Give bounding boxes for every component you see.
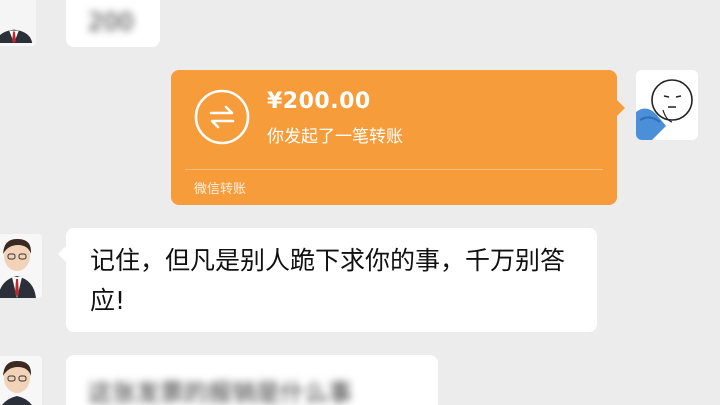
cartoon-face-avatar-icon	[636, 70, 698, 140]
transfer-footer-label: 微信转账	[194, 182, 247, 197]
lawyer-avatar-icon	[0, 0, 36, 43]
lawyer-avatar-icon	[0, 234, 42, 298]
transfer-divider	[185, 169, 603, 170]
message-bubble-bottom[interactable]: 这张发票的报销是什么事	[66, 355, 438, 405]
contact-avatar[interactable]	[0, 234, 42, 298]
transfer-amount: ¥200.00	[267, 89, 371, 114]
transfer-arrows-icon	[194, 89, 250, 145]
chat-area: 200 ¥200.00 你发起了一笔转账 微信转账 记住，但凡是别人跪下求你的事…	[0, 0, 720, 405]
contact-avatar[interactable]	[0, 356, 42, 405]
message-text: 记住，但凡是别人跪下求你的事，千万别答应!	[90, 246, 566, 315]
transfer-card[interactable]: ¥200.00 你发起了一笔转账 微信转账	[171, 70, 625, 205]
contact-avatar[interactable]	[0, 0, 36, 46]
message-bubble-top[interactable]: 200	[66, 0, 160, 47]
self-avatar[interactable]	[636, 70, 698, 140]
message-text-blurred: 这张发票的报销是什么事	[88, 379, 352, 405]
lawyer-avatar-icon	[0, 356, 42, 405]
message-text-blurred: 200	[88, 8, 134, 36]
transfer-description: 你发起了一笔转账	[267, 127, 403, 147]
message-bubble[interactable]: 记住，但凡是别人跪下求你的事，千万别答应!	[58, 228, 597, 332]
